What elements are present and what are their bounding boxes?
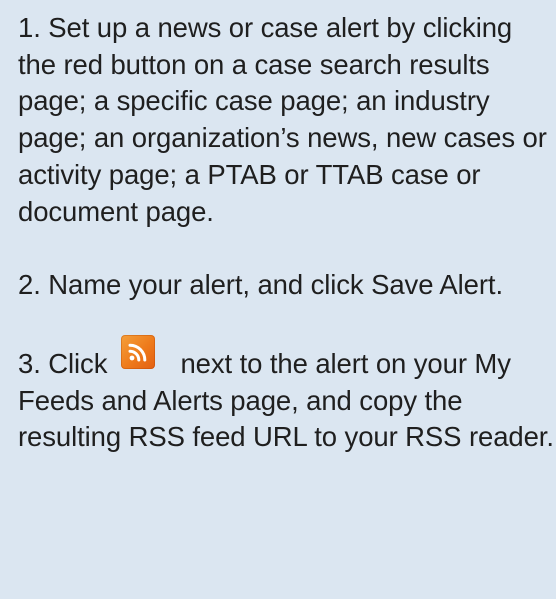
step-3-text: 3. Click next to the alert on your My Fe… bbox=[18, 334, 556, 456]
step-2-text: 2. Name your alert, and click Save Alert… bbox=[18, 269, 504, 301]
step-1-text: 1. Set up a news or case alert by clicki… bbox=[18, 12, 547, 227]
step-3-text-before: 3. Click bbox=[18, 347, 108, 379]
rss-feed-icon[interactable] bbox=[120, 334, 155, 369]
instructions-panel: 1. Set up a news or case alert by clicki… bbox=[0, 0, 556, 599]
